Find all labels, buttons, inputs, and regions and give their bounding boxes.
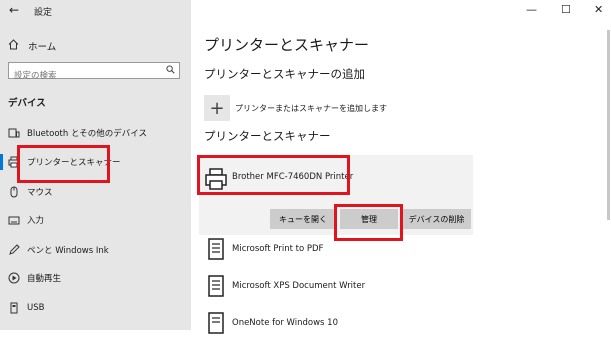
home-icon [8, 39, 22, 53]
sidebar-item-label: USB [27, 303, 45, 313]
sidebar-item-usb[interactable]: USB [0, 296, 191, 320]
printer-icon [205, 168, 227, 190]
sidebar-item-pen[interactable]: ペンと Windows Ink [0, 238, 191, 262]
printers-section-title: プリンターとスキャナー [204, 129, 331, 143]
back-arrow-icon[interactable]: ← [9, 3, 19, 17]
fax-printer-icon [208, 312, 224, 334]
add-printer-button[interactable]: + プリンターまたはスキャナーを追加します [204, 95, 387, 121]
fax-printer-icon [208, 238, 224, 260]
add-printer-label: プリンターまたはスキャナーを追加します [235, 103, 387, 113]
sidebar-item-autoplay[interactable]: 自動再生 [0, 266, 191, 290]
sidebar-item-printers[interactable]: プリンターとスキャナー [0, 150, 191, 174]
sidebar-section-label: デバイス [8, 98, 46, 109]
printer-icon [8, 156, 20, 168]
sidebar-item-home-label: ホーム [28, 42, 57, 53]
printer-name: OneNote for Windows 10 [232, 318, 338, 328]
sidebar-item-label: Bluetooth とその他のデバイス [27, 129, 147, 139]
main-content: プリンターとスキャナー プリンターとスキャナーの追加 + プリンターまたはスキャ… [191, 0, 611, 334]
pen-icon [8, 244, 20, 256]
printer-name: Microsoft XPS Document Writer [232, 281, 366, 291]
autoplay-icon [8, 272, 20, 284]
app-title: 設定 [34, 8, 53, 18]
printer-item-selected[interactable]: Brother MFC-7460DN Printer キューを開く 管理 デバイ… [199, 155, 473, 235]
open-queue-button[interactable]: キューを開く [270, 209, 336, 229]
scrollbar[interactable] [607, 30, 610, 220]
manage-button[interactable]: 管理 [340, 209, 398, 229]
bluetooth-devices-icon [8, 127, 20, 139]
search-input[interactable] [9, 68, 164, 84]
sidebar-item-label: マウス [27, 188, 53, 198]
sidebar-item-label: プリンターとスキャナー [27, 158, 121, 168]
titlebar-left: ← 設定 [0, 0, 191, 22]
sidebar-item-mouse[interactable]: マウス [0, 180, 191, 204]
add-section-title: プリンターとスキャナーの追加 [204, 67, 365, 81]
search-field[interactable] [8, 62, 180, 84]
printer-name: Microsoft Print to PDF [232, 244, 324, 254]
sidebar: ← 設定 ホーム デバイス Bluetooth とその他のデバイス プリンターと… [0, 0, 191, 330]
fax-printer-icon [208, 275, 224, 297]
keyboard-icon [8, 214, 20, 226]
usb-icon [8, 302, 20, 314]
sidebar-item-bluetooth[interactable]: Bluetooth とその他のデバイス [0, 121, 191, 145]
search-icon[interactable] [166, 65, 175, 74]
sidebar-item-label: 入力 [27, 216, 45, 226]
page-title: プリンターとスキャナー [204, 36, 370, 54]
sidebar-item-label: 自動再生 [27, 274, 62, 284]
plus-icon: + [204, 95, 230, 121]
sidebar-item-typing[interactable]: 入力 [0, 208, 191, 232]
remove-device-button[interactable]: デバイスの削除 [402, 209, 471, 229]
sidebar-item-label: ペンと Windows Ink [27, 246, 109, 256]
printer-name: Brother MFC-7460DN Printer [232, 172, 354, 182]
sidebar-item-home[interactable]: ホーム [8, 37, 56, 55]
mouse-icon [8, 186, 20, 198]
